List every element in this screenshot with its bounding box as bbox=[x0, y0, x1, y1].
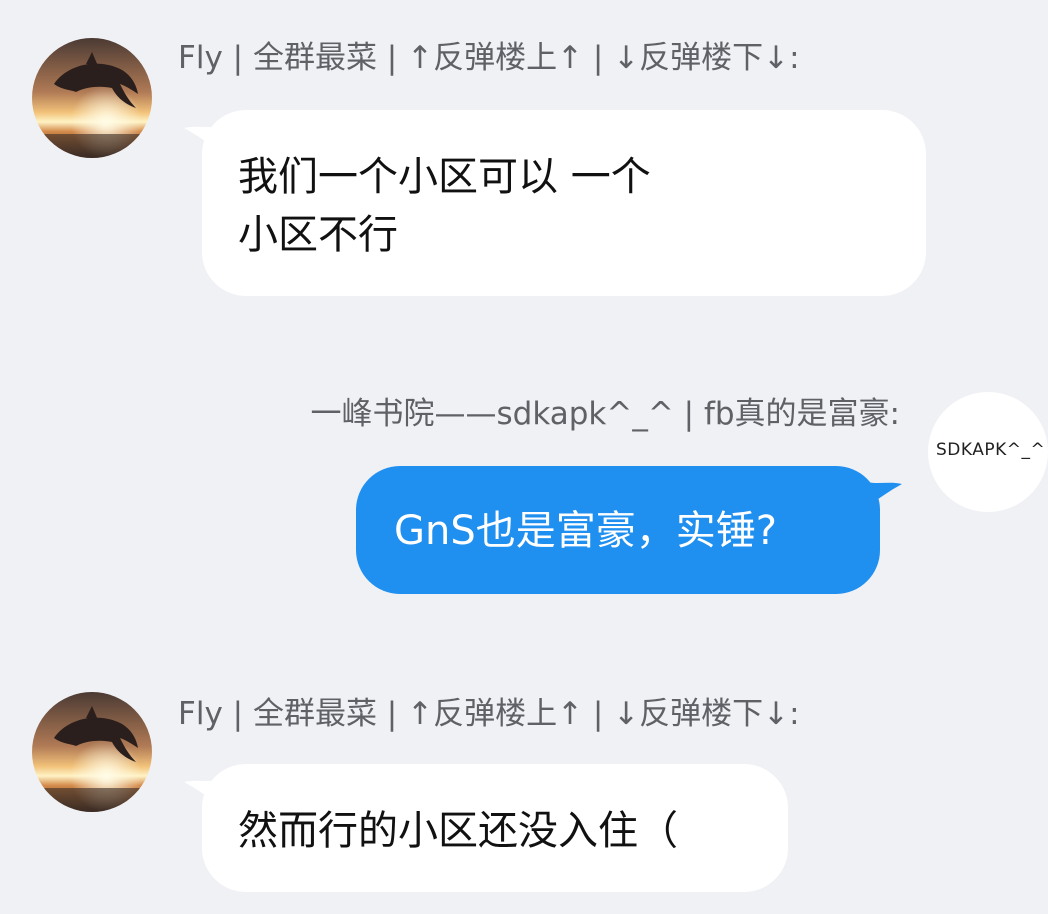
sender-name: Fly | 全群最菜 | ↑反弹楼上↑ | ↓反弹楼下↓: bbox=[178, 696, 800, 732]
sender-avatar-sdkapk[interactable]: SDKAPK^_^ bbox=[928, 392, 1048, 512]
message-text-line-1: 然而行的小区还没入住（ bbox=[238, 808, 678, 854]
message-text-line-2: 小区不行 bbox=[238, 212, 398, 258]
message-bubble[interactable]: GnS也是富豪，实锤? bbox=[356, 466, 880, 594]
message-text-line-1: GnS也是富豪，实锤? bbox=[394, 508, 777, 554]
message-text-line-1: 我们一个小区可以 一个 bbox=[238, 154, 651, 200]
dolphin-sunset-icon bbox=[32, 692, 152, 812]
dolphin-sunset-icon bbox=[32, 38, 152, 158]
sender-name: Fly | 全群最菜 | ↑反弹楼上↑ | ↓反弹楼下↓: bbox=[178, 40, 800, 76]
message-bubble[interactable]: 然而行的小区还没入住（ bbox=[202, 764, 788, 892]
sender-name: 一峰书院——sdkapk^_^ | fb真的是富豪: bbox=[310, 396, 901, 432]
sender-avatar-fly[interactable] bbox=[32, 692, 152, 812]
avatar-logo-text: SDKAPK^_^ bbox=[936, 440, 1046, 460]
message-bubble[interactable]: 我们一个小区可以 一个 小区不行 bbox=[202, 110, 926, 296]
sender-avatar-fly[interactable] bbox=[32, 38, 152, 158]
